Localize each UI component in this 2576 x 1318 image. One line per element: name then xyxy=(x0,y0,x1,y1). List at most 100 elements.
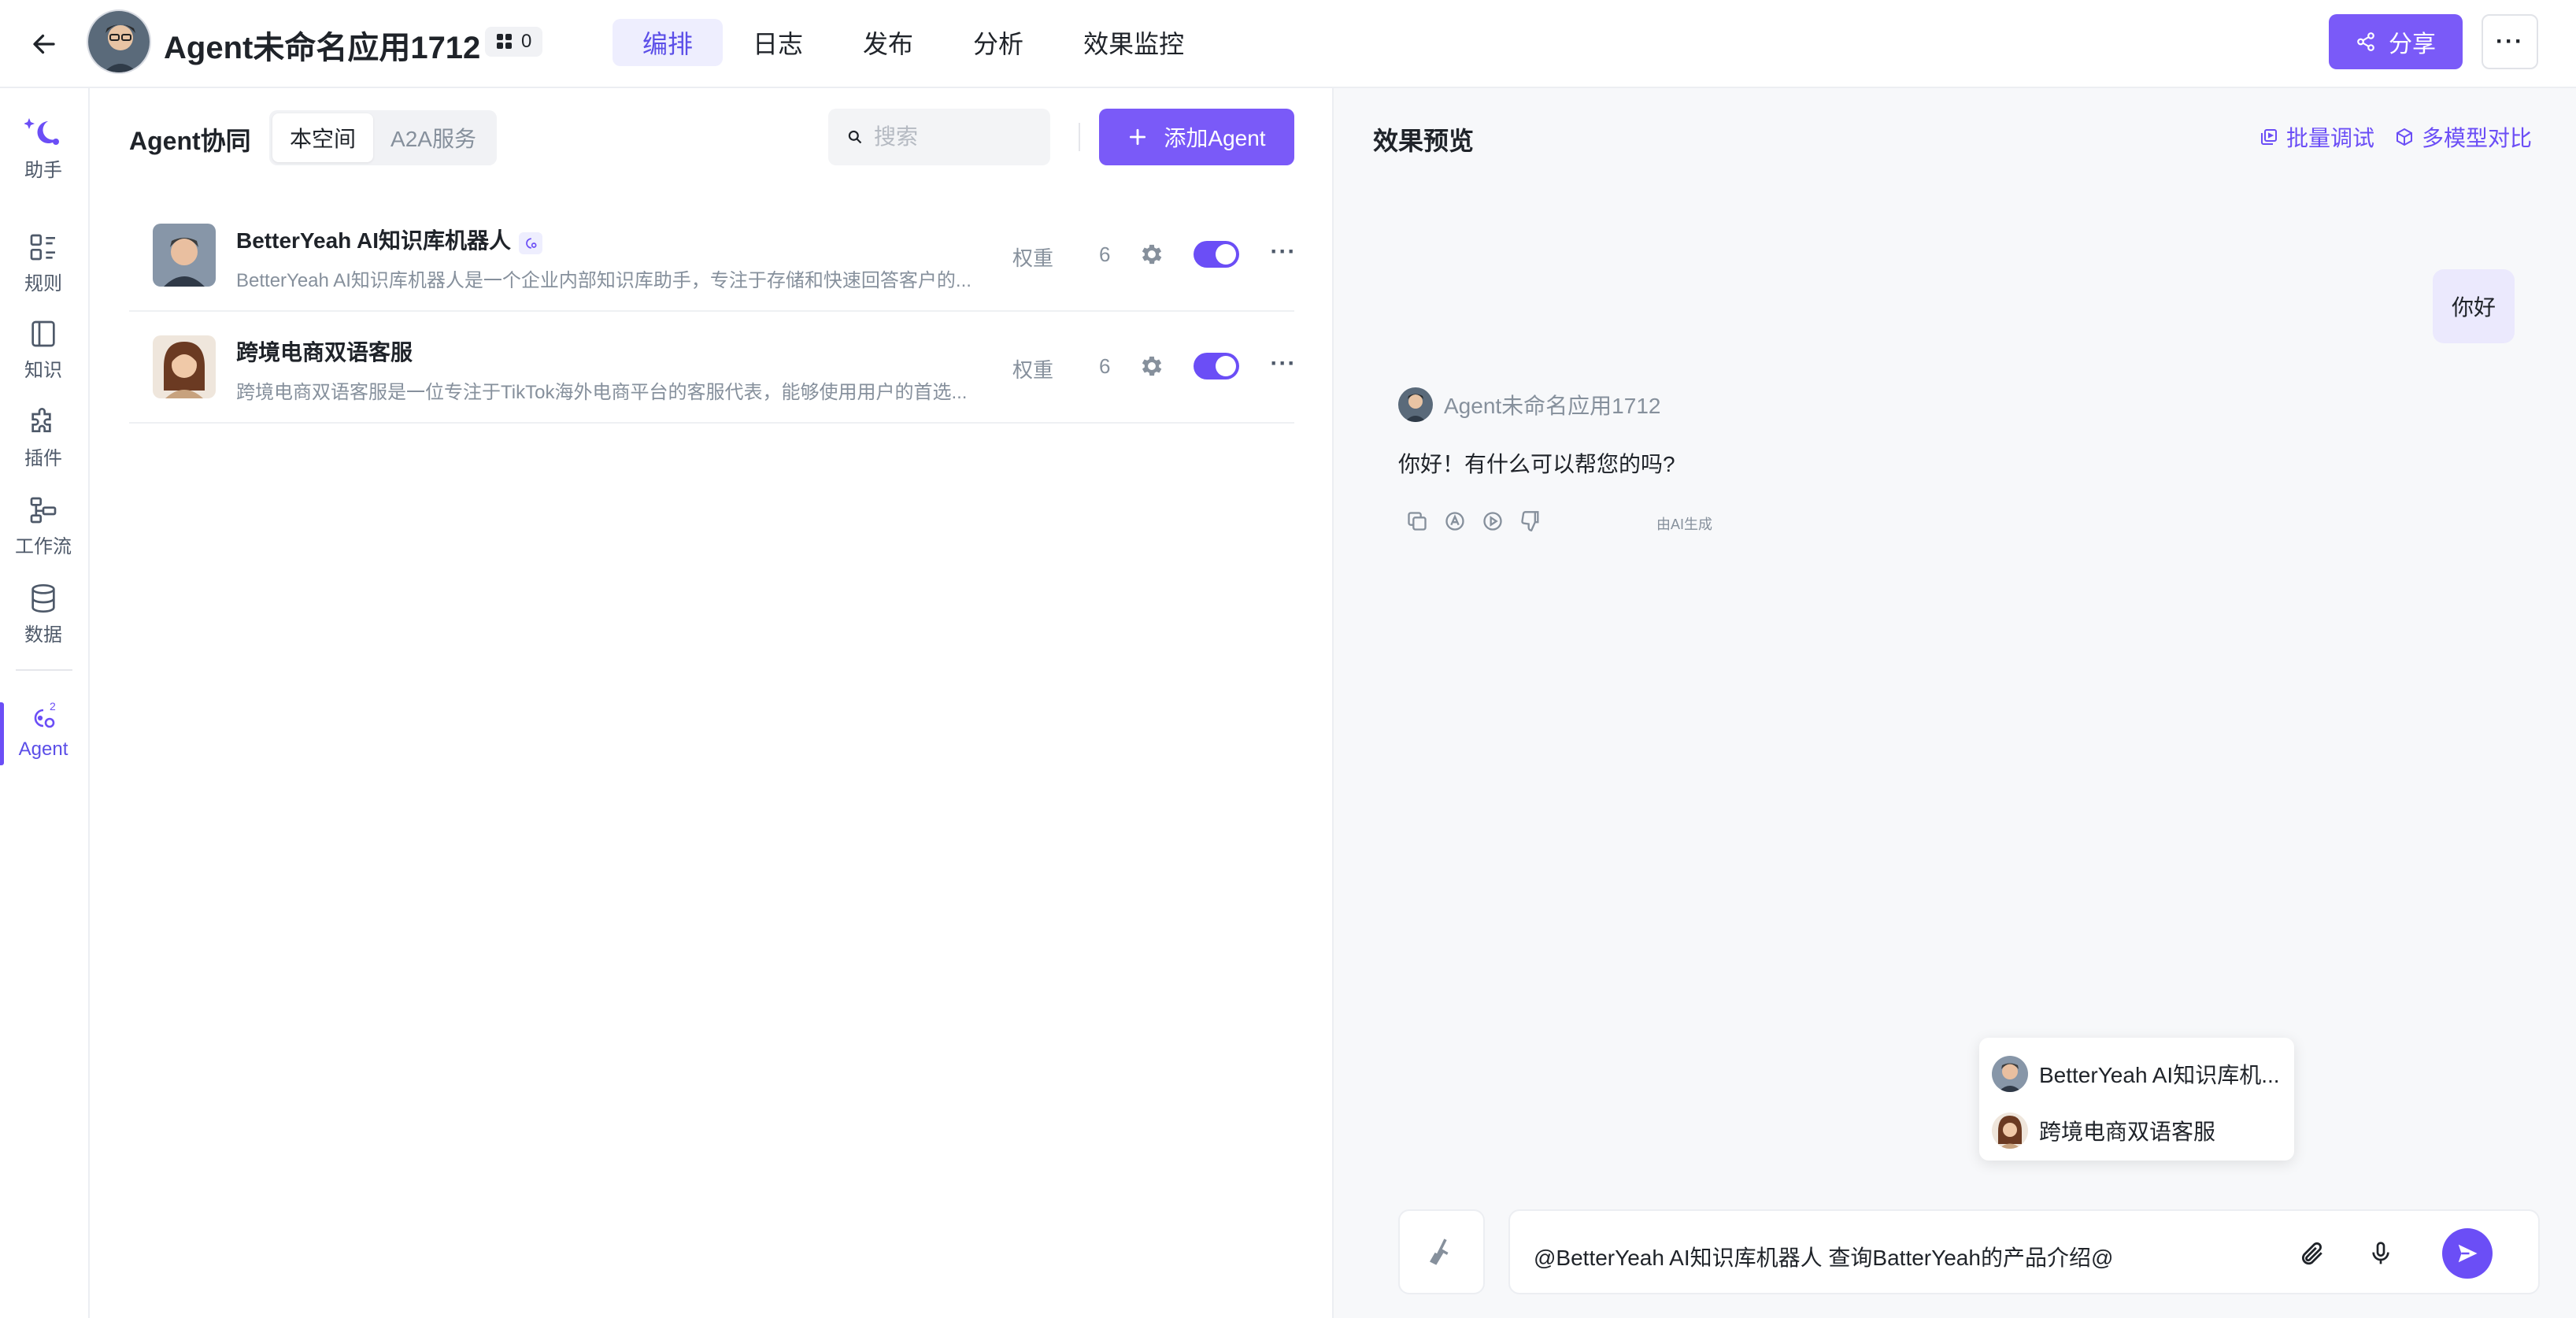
add-agent-button[interactable]: 添加Agent xyxy=(1099,109,1294,165)
chat-input[interactable]: @BetterYeah AI知识库机器人 查询BatterYeah的产品介绍@ xyxy=(1508,1209,2540,1294)
share-icon xyxy=(2357,32,2374,51)
toggle-knob xyxy=(1216,356,1236,376)
count-value: 0 xyxy=(521,31,532,52)
rail-item-knowledge[interactable]: 知识 xyxy=(0,318,87,382)
weight-label: 权重 xyxy=(1012,246,1054,270)
thumbs-down-icon[interactable] xyxy=(1519,510,1542,532)
chat-input-text[interactable]: @BetterYeah AI知识库机器人 查询BatterYeah的产品介绍@ xyxy=(1534,1241,2113,1272)
main-nav: 编排 日志 发布 分析 效果监控 xyxy=(613,19,1214,66)
agent-collab-panel: Agent协同 本空间 A2A服务 添加Agent BetterYeah AI知… xyxy=(91,88,1332,1318)
left-rail: 助手 规则 知识 插件 工作流 数据 2 Agent xyxy=(0,88,90,1318)
copy-icon[interactable] xyxy=(1406,510,1428,532)
plugin-icon xyxy=(31,408,51,432)
tab-logs[interactable]: 日志 xyxy=(723,19,833,66)
bot-name: Agent未命名应用1712 xyxy=(1444,394,1661,418)
agent-enable-toggle[interactable] xyxy=(1194,241,1239,268)
rail-label: 规则 xyxy=(24,273,62,294)
rail-label: 助手 xyxy=(24,160,62,181)
app-avatar[interactable] xyxy=(87,9,151,74)
search-input[interactable] xyxy=(874,124,1031,150)
rail-divider xyxy=(16,669,72,671)
gear-icon[interactable] xyxy=(1138,241,1165,268)
rail-item-data[interactable]: 数据 xyxy=(0,583,87,646)
plus-icon xyxy=(1130,128,1146,146)
message-actions xyxy=(1406,510,1542,532)
batch-debug-label: 批量调试 xyxy=(2286,126,2375,150)
app-count-badge[interactable]: 0 xyxy=(485,27,543,57)
preview-title: 效果预览 xyxy=(1373,127,1475,155)
agent-more-button[interactable]: ··· xyxy=(1268,348,1299,379)
mention-option[interactable]: 跨境电商双语客服 xyxy=(1979,1102,2294,1159)
share-button[interactable]: 分享 xyxy=(2329,14,2463,69)
cube-icon xyxy=(2396,128,2412,146)
rail-item-workflow[interactable]: 工作流 xyxy=(0,494,87,558)
agent-avatar xyxy=(153,224,216,287)
rail-item-assistant[interactable]: 助手 xyxy=(0,115,87,182)
multi-model-compare-link[interactable]: 多模型对比 xyxy=(2395,121,2532,153)
panel-title: Agent协同 xyxy=(129,127,251,155)
agent-row[interactable]: BetterYeah AI知识库机器人 BetterYeah AI知识库机器人是… xyxy=(129,200,1295,312)
knowledge-icon xyxy=(31,320,55,347)
rules-icon xyxy=(30,234,55,261)
batch-icon xyxy=(2261,129,2277,145)
share-label: 分享 xyxy=(2389,31,2436,57)
user-message-bubble: 你好 xyxy=(2433,269,2515,343)
rail-item-rules[interactable]: 规则 xyxy=(0,231,87,295)
rail-label: 工作流 xyxy=(15,536,72,557)
back-button[interactable] xyxy=(24,24,65,65)
segment-a2a-service[interactable]: A2A服务 xyxy=(373,113,494,162)
tab-orchestrate[interactable]: 编排 xyxy=(613,19,724,66)
agent-description: 跨境电商双语客服是一位专注于TikTok海外电商平台的客服代表，能够使用用户的首… xyxy=(236,382,968,403)
agent-more-button[interactable]: ··· xyxy=(1268,236,1299,268)
rail-label: 知识 xyxy=(24,360,62,381)
preview-panel: 效果预览 批量调试 多模型对比 你好 Agent未命名应用1712 你好！有什么… xyxy=(1332,88,2576,1318)
play-icon[interactable] xyxy=(1482,510,1504,532)
ai-generated-note: 由AI生成 xyxy=(1656,516,1713,532)
bot-avatar xyxy=(1398,387,1433,422)
translate-icon[interactable] xyxy=(1444,510,1466,532)
assistant-icon xyxy=(24,118,59,145)
svg-text:2: 2 xyxy=(50,700,56,713)
top-header: Agent未命名应用1712 0 编排 日志 发布 分析 效果监控 分享 ··· xyxy=(0,0,2576,88)
microphone-icon xyxy=(2372,1242,2389,1264)
weight-value[interactable]: 6 xyxy=(1099,242,1110,267)
tab-publish[interactable]: 发布 xyxy=(833,19,943,66)
voice-input-button[interactable] xyxy=(2363,1236,2398,1271)
gear-icon[interactable] xyxy=(1138,353,1165,379)
segment-this-space[interactable]: 本空间 xyxy=(272,113,374,162)
mention-label: BetterYeah AI知识库机... xyxy=(2039,1063,2280,1087)
agent-search[interactable] xyxy=(828,109,1050,165)
tab-monitoring[interactable]: 效果监控 xyxy=(1053,19,1214,66)
send-button[interactable] xyxy=(2442,1228,2493,1279)
agent-name: 跨境电商双语客服 xyxy=(236,340,413,365)
weight-value[interactable]: 6 xyxy=(1099,354,1110,379)
add-agent-label: 添加Agent xyxy=(1164,126,1266,150)
agent-type-tag xyxy=(519,232,543,254)
agent-enable-toggle[interactable] xyxy=(1194,353,1239,379)
batch-debug-link[interactable]: 批量调试 xyxy=(2260,121,2374,153)
agent-name: BetterYeah AI知识库机器人 xyxy=(236,224,543,255)
workflow-icon xyxy=(30,497,57,524)
tab-analysis[interactable]: 分析 xyxy=(943,19,1053,66)
toggle-knob xyxy=(1216,244,1236,265)
multi-model-label: 多模型对比 xyxy=(2422,126,2533,150)
agent-icon: 2 xyxy=(34,700,56,728)
rail-label: 数据 xyxy=(24,624,62,646)
rail-item-plugin[interactable]: 插件 xyxy=(0,406,87,470)
agent-description: BetterYeah AI知识库机器人是一个企业内部知识库助手，专注于存储和快速… xyxy=(236,270,972,291)
clear-chat-button[interactable] xyxy=(1398,1209,1485,1294)
attach-button[interactable] xyxy=(2294,1236,2329,1271)
bot-message-header: Agent未命名应用1712 xyxy=(1398,387,1660,422)
mention-popup: BetterYeah AI知识库机... 跨境电商双语客服 xyxy=(1979,1038,2294,1161)
more-menu-button[interactable]: ··· xyxy=(2482,14,2538,69)
rail-item-agent[interactable]: 2 Agent xyxy=(0,699,87,761)
mention-avatar xyxy=(1992,1113,2028,1149)
agent-row[interactable]: 跨境电商双语客服 跨境电商双语客服是一位专注于TikTok海外电商平台的客服代表… xyxy=(129,312,1295,424)
app-title: Agent未命名应用1712 xyxy=(164,31,481,65)
send-icon xyxy=(2458,1244,2478,1263)
paperclip-icon xyxy=(2301,1242,2322,1265)
broom-icon xyxy=(1430,1238,1449,1265)
agent-badge-icon xyxy=(526,238,537,249)
mention-option[interactable]: BetterYeah AI知识库机... xyxy=(1979,1046,2294,1102)
mention-label: 跨境电商双语客服 xyxy=(2039,1120,2216,1144)
